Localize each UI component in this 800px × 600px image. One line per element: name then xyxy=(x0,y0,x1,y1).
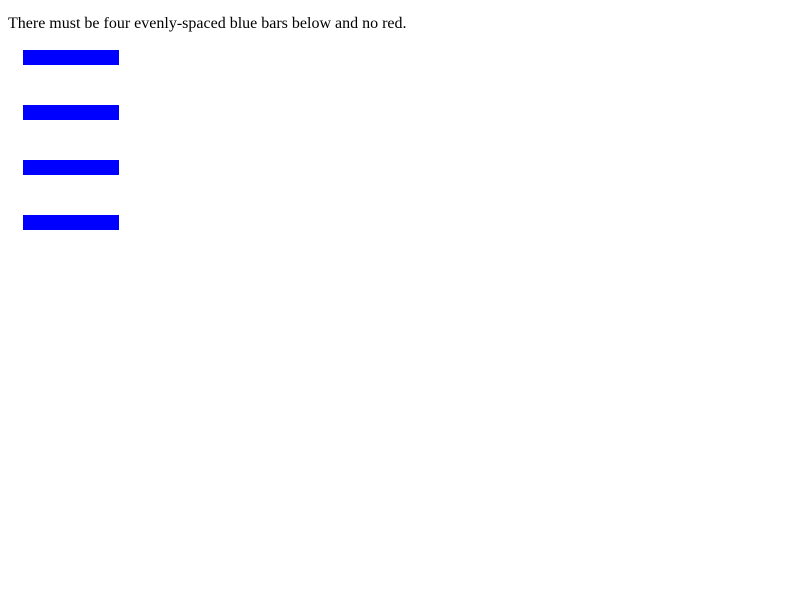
blue-bar-4 xyxy=(23,215,119,230)
blue-bar-1 xyxy=(23,50,119,65)
blue-bar-2 xyxy=(23,105,119,120)
blue-bar-3 xyxy=(23,160,119,175)
bar-stack xyxy=(23,50,119,230)
instruction-text: There must be four evenly-spaced blue ba… xyxy=(8,15,407,32)
